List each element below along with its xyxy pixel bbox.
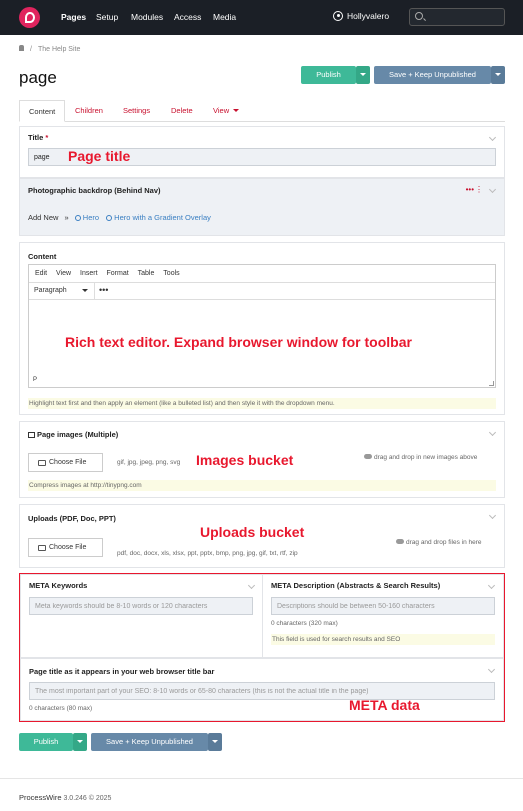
chevron-down-icon[interactable] <box>488 185 497 194</box>
backdrop-label: Photographic backdrop (Behind Nav) <box>28 186 161 195</box>
footer: ProcessWire 3.0.246 © 2025 <box>0 778 523 811</box>
editor-statusbar: P <box>33 377 38 383</box>
menu-view[interactable]: View <box>56 270 71 277</box>
chevron-down-icon <box>360 73 366 76</box>
uploads-types: pdf, doc, docx, xls, xlsx, ppt, pptx, bm… <box>117 550 298 557</box>
image-icon <box>28 432 35 438</box>
tab-bar: Content Children Settings Delete View <box>19 100 505 122</box>
uploads-choose-file-button[interactable]: Choose File <box>28 538 103 557</box>
rich-text-editor: Edit View Insert Format Table Tools Para… <box>28 264 496 388</box>
drag-dots-icon[interactable]: ••• <box>466 185 474 194</box>
menu-insert[interactable]: Insert <box>80 270 98 277</box>
page-title-annotation: Page title <box>68 148 131 164</box>
meta-annotation-box <box>19 573 505 722</box>
content-field: Content Edit View Insert Format Table To… <box>19 242 505 415</box>
chevron-down-icon <box>212 740 218 743</box>
menu-tools[interactable]: Tools <box>163 270 179 277</box>
bottom-publish-dropdown-button[interactable] <box>73 733 87 751</box>
title-label: Title * <box>28 133 49 142</box>
chevron-down-icon <box>495 73 501 76</box>
images-note: Compress images at http://tinypng.com <box>28 480 496 491</box>
plus-circle-icon <box>106 215 113 221</box>
nav-pages[interactable]: Pages <box>61 12 86 22</box>
user-menu[interactable]: Hollyvalero <box>333 11 389 21</box>
nav-modules[interactable]: Modules <box>131 12 163 22</box>
footer-brand[interactable]: ProcessWire <box>19 793 62 802</box>
backdrop-add-row: Add New » Hero Hero with a Gradient Over… <box>28 213 211 222</box>
title-field: Title * Page title <box>19 126 505 178</box>
images-drop-zone: drag and drop in new images above <box>364 454 477 461</box>
cloud-upload-icon <box>364 454 372 459</box>
uploads-field: Uploads (PDF, Doc, PPT) Choose File pdf,… <box>19 504 505 568</box>
tab-children[interactable]: Children <box>75 100 103 122</box>
bottom-save-dropdown-button[interactable] <box>208 733 222 751</box>
search-icon <box>415 12 423 20</box>
chevron-down-icon[interactable] <box>488 133 497 142</box>
images-field: Page images (Multiple) Choose File gif, … <box>19 421 505 498</box>
user-name: Hollyvalero <box>347 11 390 21</box>
user-icon <box>333 11 343 21</box>
save-dropdown-button[interactable] <box>491 66 505 84</box>
editor-menubar: Edit View Insert Format Table Tools <box>29 265 495 283</box>
footer-text: ProcessWire 3.0.246 © 2025 <box>19 793 111 802</box>
home-icon[interactable] <box>19 45 24 51</box>
plus-circle-icon <box>74 215 81 221</box>
cloud-upload-icon <box>396 539 404 544</box>
save-keep-unpublished-button[interactable]: Save + Keep Unpublished <box>374 66 491 84</box>
top-navbar: Pages Setup Modules Access Media Hollyva… <box>0 0 523 35</box>
menu-table[interactable]: Table <box>138 270 155 277</box>
nav-media[interactable]: Media <box>213 12 236 22</box>
nav-access[interactable]: Access <box>174 12 201 22</box>
images-types: gif, jpg, jpeg, png, svg <box>117 459 181 466</box>
folder-icon <box>38 460 46 466</box>
tab-view[interactable]: View <box>213 100 240 122</box>
vertical-dots-icon[interactable]: ⋮ <box>475 185 483 194</box>
bottom-save-keep-unpublished-button[interactable]: Save + Keep Unpublished <box>91 733 208 751</box>
images-choose-file-button[interactable]: Choose File <box>28 453 103 472</box>
breadcrumb-site[interactable]: The Help Site <box>38 46 80 53</box>
double-chevron-icon: » <box>64 213 69 222</box>
rich-text-annotation: Rich text editor. Expand browser window … <box>65 334 412 350</box>
add-hero-link[interactable]: Hero <box>74 213 99 222</box>
add-hero-gradient-link[interactable]: Hero with a Gradient Overlay <box>106 213 211 222</box>
tab-delete[interactable]: Delete <box>171 100 193 122</box>
search-input[interactable] <box>409 8 505 26</box>
page-title: page <box>19 68 57 87</box>
images-label-row: Page images (Multiple) <box>28 430 118 439</box>
nav-setup[interactable]: Setup <box>96 12 118 22</box>
format-select[interactable]: Paragraph <box>29 283 95 299</box>
backdrop-field: Photographic backdrop (Behind Nav) ••• ⋮… <box>19 178 505 236</box>
add-new-label: Add New <box>28 213 59 222</box>
menu-format[interactable]: Format <box>106 270 128 277</box>
editor-toolbar: Paragraph ••• <box>29 283 495 300</box>
resize-handle-icon[interactable] <box>489 381 494 386</box>
publish-dropdown-button[interactable] <box>356 66 370 84</box>
folder-icon <box>38 545 46 551</box>
chevron-down-icon <box>233 109 240 112</box>
uploads-drop-zone: drag and drop files in here <box>396 539 482 546</box>
chevron-down-icon[interactable] <box>488 428 497 437</box>
uploads-annotation: Uploads bucket <box>200 524 305 540</box>
processwire-logo-icon[interactable] <box>19 7 40 28</box>
content-label: Content <box>28 252 57 261</box>
chevron-down-icon <box>77 740 83 743</box>
breadcrumb: / The Help Site <box>19 45 80 53</box>
uploads-label: Uploads (PDF, Doc, PPT) <box>28 514 116 523</box>
more-toolbar-button[interactable]: ••• <box>99 284 108 297</box>
tab-settings[interactable]: Settings <box>123 100 150 122</box>
bottom-publish-button[interactable]: Publish <box>19 733 73 751</box>
publish-button[interactable]: Publish <box>301 66 356 84</box>
menu-edit[interactable]: Edit <box>35 270 47 277</box>
chevron-down-icon <box>82 289 88 292</box>
content-note: Highlight text first and then apply an e… <box>28 398 496 409</box>
chevron-down-icon[interactable] <box>488 511 497 520</box>
tab-content[interactable]: Content <box>19 100 66 122</box>
tab-view-label: View <box>213 106 230 115</box>
images-annotation: Images bucket <box>196 452 294 468</box>
footer-version: 3.0.246 © 2025 <box>63 795 112 802</box>
